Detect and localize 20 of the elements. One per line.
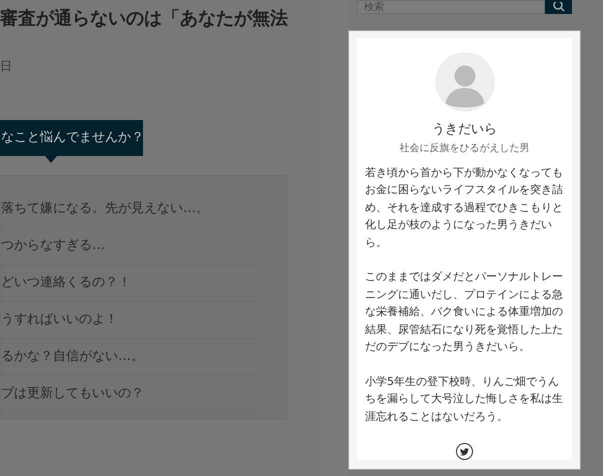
worry-item: 落ちて嫌になる。先が見えない…。 (1, 191, 260, 228)
search-icon (552, 2, 564, 12)
question-banner: なこと悩んでませんか？ (0, 120, 143, 156)
article-title: 審査が通らないのは「あなたが無法 (0, 7, 289, 31)
search-field[interactable]: 検索 (357, 0, 545, 14)
twitter-link[interactable] (456, 443, 473, 460)
worry-item: るかな？自信がない…。 (1, 339, 260, 376)
profile-paragraph: このままではダメだとパーソナルトレーニングに通いだし、プロテインによる急な栄養補給、バク食いによる体重増加の結果、尿管結石になり死を覚悟した上ただのデブになった男うきだいら。 (365, 269, 564, 355)
worry-item: つからなすぎる… (1, 228, 260, 265)
profile-paragraph: 若き頃から首から下が動かなくなってもお金に困らないライフスタイルを突き詰め、それを達成する過程でひきこもりと化し足が枝のようになった男うきだいら。 (365, 164, 564, 250)
bird-icon (460, 448, 469, 456)
profile-tagline: 社会に反旗をひるがえした男 (400, 142, 530, 156)
search-button[interactable] (545, 0, 572, 14)
profile-name: うきだいら (432, 121, 497, 139)
worry-item: ブは更新してもいいの？ (1, 376, 260, 413)
worry-item: どいつ連絡くるの？！ (1, 265, 260, 302)
profile-paragraph: 小学5年生の登下校時、りんご畑でうんちを漏らして大号泣した悔しさを私は生涯忘れることはないだろう。 (365, 374, 564, 424)
worry-item: うすればいいのよ！ (1, 302, 260, 339)
banner-pointer-icon (45, 156, 57, 163)
article-date: 日 (0, 58, 12, 75)
